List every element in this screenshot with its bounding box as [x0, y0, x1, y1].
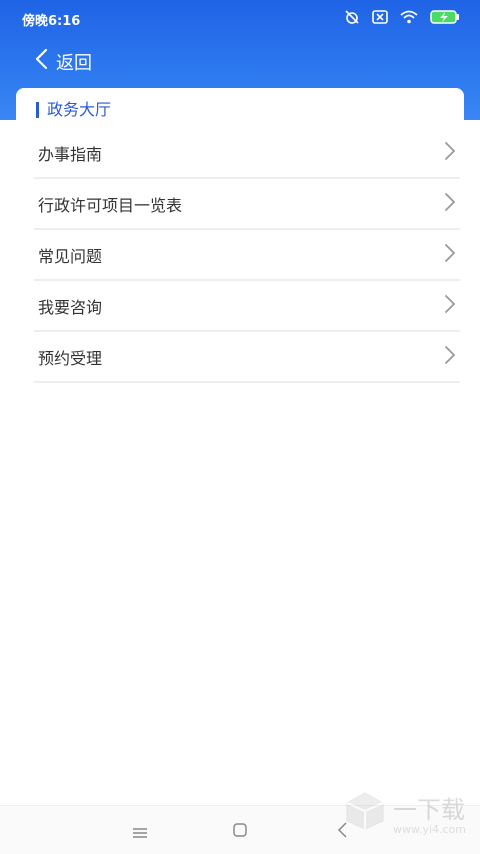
status-icons [344, 9, 460, 25]
chevron-right-icon [444, 192, 456, 216]
list-item-appointment[interactable]: 预约受理 [34, 332, 460, 383]
status-bar: 傍晚6:16 [0, 0, 480, 36]
list-item-label: 预约受理 [38, 348, 103, 368]
watermark: 一下载 www.yi4.com [343, 790, 466, 836]
chevron-right-icon [444, 243, 456, 267]
watermark-text: 一下载 www.yi4.com [393, 790, 466, 836]
section-title: 政务大厅 [36, 102, 111, 118]
battery-icon [430, 10, 460, 24]
alarm-off-icon [344, 9, 360, 25]
list-item-label: 常见问题 [38, 246, 103, 266]
menu-icon[interactable] [132, 824, 148, 843]
system-nav-bar: 一下载 www.yi4.com [0, 792, 480, 854]
back-button[interactable]: 返回 [34, 48, 92, 75]
watermark-brand: 一下载 [392, 796, 465, 824]
status-time: 傍晚6:16 [22, 14, 81, 29]
navigation-bar: 返回 [0, 40, 480, 86]
list-item-license-list[interactable]: 行政许可项目一览表 [34, 179, 460, 230]
list-item-consult[interactable]: 我要咨询 [34, 281, 460, 332]
chevron-right-icon [444, 345, 456, 369]
back-label: 返回 [56, 52, 92, 74]
list-item-label: 办事指南 [38, 144, 103, 164]
sim-off-icon [372, 10, 388, 24]
chevron-left-icon [34, 48, 48, 75]
home-icon[interactable] [232, 822, 248, 842]
chevron-right-icon [444, 141, 456, 165]
watermark-logo-icon [343, 791, 387, 835]
wifi-icon [400, 10, 418, 24]
list-item-label: 我要咨询 [38, 297, 103, 317]
list-item-guide[interactable]: 办事指南 [34, 128, 460, 179]
menu-list: 办事指南 行政许可项目一览表 常见问题 我要咨询 预约受理 [34, 128, 460, 383]
list-item-label: 行政许可项目一览表 [38, 195, 183, 215]
chevron-right-icon [444, 294, 456, 318]
content-card: 政务大厅 办事指南 行政许可项目一览表 常见问题 我要咨询 预约受理 [16, 88, 464, 708]
list-item-faq[interactable]: 常见问题 [34, 230, 460, 281]
watermark-url: www.yi4.com [392, 823, 466, 836]
